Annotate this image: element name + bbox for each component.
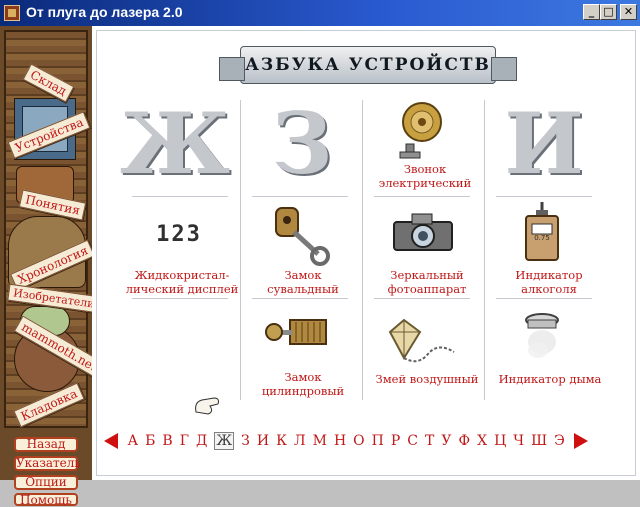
grid-divider (132, 298, 228, 299)
slr-camera-icon[interactable] (392, 212, 454, 252)
alphabet-letter[interactable]: В (162, 433, 172, 449)
page-title: АЗБУКА УСТРОЙСТВ (245, 55, 491, 75)
item-label-slr-camera[interactable]: Зеркальный фотоаппарат (372, 268, 482, 296)
grid-divider (240, 100, 241, 400)
alcohol-reading: 0.75 (534, 234, 550, 242)
item-label-lever-lock[interactable]: Замок сувальдный (248, 268, 358, 296)
lever-lock-key-icon[interactable] (272, 206, 332, 266)
alphabet-letter[interactable]: Ц (494, 433, 506, 449)
item-label-alcohol-indicator[interactable]: Индикатор алкоголя (494, 268, 604, 296)
grid-divider (252, 196, 348, 197)
navigation-sidebar: Склад Устройства Понятия Хронология Изоб… (0, 26, 105, 506)
item-label-lcd[interactable]: Жидкокристал- лический дисплей (122, 268, 242, 296)
item-label-kite[interactable]: Змей воздушный (372, 372, 482, 386)
arrow-right-icon[interactable] (574, 433, 589, 449)
alphabet-letter[interactable]: Г (180, 433, 189, 449)
arrow-left-icon[interactable] (104, 433, 118, 449)
alphabet-letter[interactable]: И (257, 433, 269, 449)
grid-divider (362, 100, 363, 400)
help-button[interactable]: Помощь (14, 493, 78, 506)
alphabet-letter[interactable]: Р (391, 433, 400, 449)
grid-divider (252, 298, 348, 299)
big-letter-i: И (504, 94, 584, 193)
pointing-hand-icon (195, 397, 219, 415)
kite-icon[interactable] (388, 318, 458, 364)
app-icon[interactable] (4, 5, 20, 21)
grid-divider (496, 196, 592, 197)
alphabet-letter[interactable]: Ф (458, 433, 470, 449)
minimize-button[interactable]: _ (583, 4, 600, 20)
item-label-smoke-indicator[interactable]: Индикатор дыма (492, 372, 608, 386)
back-button[interactable]: Назад (14, 437, 78, 452)
alphabet-letter[interactable]: О (353, 433, 364, 449)
alphabet-letter[interactable]: Ш (531, 433, 547, 449)
alphabet-letter[interactable]: Х (477, 433, 487, 449)
alphabet-letter[interactable]: Б (145, 433, 155, 449)
alphabet-letter[interactable]: С (407, 433, 418, 449)
item-label-electric-bell[interactable]: Звонок электрический (370, 162, 480, 190)
alphabet-letter[interactable]: У (441, 433, 451, 449)
main-content: АЗБУКА УСТРОЙСТВ Ж З И Звонок электричес… (92, 26, 640, 480)
grid-divider (496, 298, 592, 299)
alphabet-letter[interactable]: Э (554, 433, 565, 449)
grid-divider (484, 100, 485, 400)
index-button[interactable]: Указатель (14, 456, 81, 471)
alphabet-letter[interactable]: Ч (513, 433, 524, 449)
big-letter-z: З (271, 94, 333, 193)
alphabet-letter[interactable]: З (241, 433, 250, 449)
alphabet-letter[interactable]: Д (196, 433, 207, 449)
alcohol-indicator-icon[interactable] (522, 202, 562, 262)
alphabet-letter[interactable]: П (372, 433, 384, 449)
alphabet-letter[interactable]: Л (294, 433, 306, 449)
lcd-display-icon[interactable]: 123 (150, 222, 208, 248)
alphabet-letter[interactable]: К (276, 433, 287, 449)
alphabet-letter[interactable]: Ж (214, 432, 235, 450)
item-label-cylinder-lock[interactable]: Замок цилиндровый (248, 370, 358, 398)
smoke-detector-icon[interactable] (522, 312, 562, 362)
alphabet-letter[interactable]: А (128, 433, 139, 449)
options-button[interactable]: Опции (14, 475, 78, 490)
window-title-bar[interactable]: От плуга до лазера 2.0 _ □ ✕ (0, 0, 640, 26)
alphabet-letters: АБВГДЖЗИКЛМНОПРСТУФХЦЧШЭ (124, 432, 568, 450)
cylinder-lock-icon[interactable] (264, 316, 334, 356)
grid-divider (132, 196, 228, 197)
electric-bell-icon[interactable] (398, 100, 442, 160)
grid-divider (374, 196, 470, 197)
alphabet-letter[interactable]: Т (425, 433, 434, 449)
close-button[interactable]: ✕ (620, 4, 637, 20)
alphabet-letter[interactable]: Н (334, 433, 346, 449)
title-banner: АЗБУКА УСТРОЙСТВ (219, 46, 517, 84)
alphabet-bar: АБВГДЖЗИКЛМНОПРСТУФХЦЧШЭ (104, 430, 589, 452)
alphabet-letter[interactable]: М (313, 433, 327, 449)
maximize-button[interactable]: □ (600, 4, 617, 20)
window-title: От плуга до лазера 2.0 (26, 4, 183, 20)
big-letter-zh: Ж (120, 94, 231, 193)
grid-divider (374, 298, 470, 299)
